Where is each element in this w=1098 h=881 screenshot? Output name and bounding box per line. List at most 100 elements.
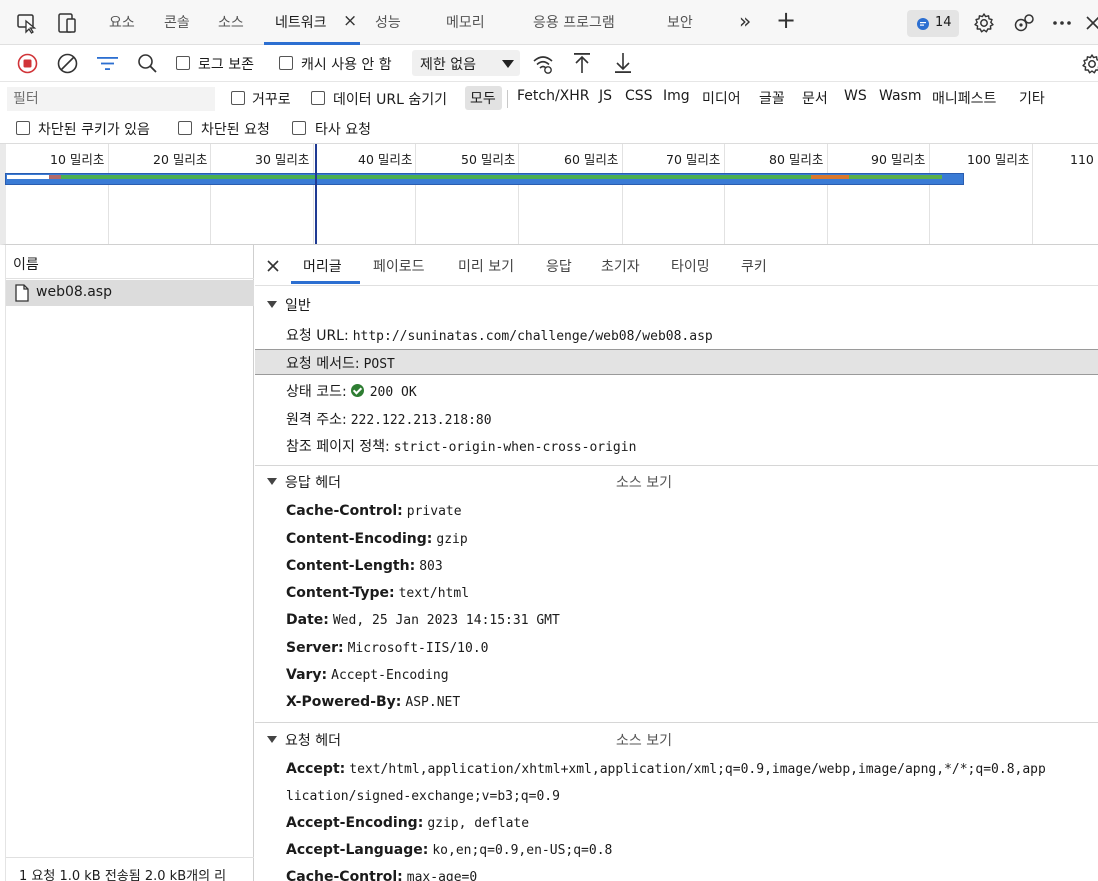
general-section-header[interactable]: 일반 [267,295,311,315]
timeline-gridline [827,144,828,244]
response-header-row: Cache-Control: private [286,503,462,519]
header-value: lication/signed-exchange;v=b3;q=0.9 [286,789,560,804]
issues-badge[interactable]: 14 [907,10,959,37]
divider [255,465,1098,466]
invert-checkbox[interactable] [231,91,245,105]
overview-timeline[interactable]: 10 밀리초 20 밀리초 30 밀리초 40 밀리초 50 밀리초 60 밀리… [0,144,1098,245]
tab-cookies[interactable]: 쿠키 [741,256,767,276]
inspect-element-icon[interactable] [16,12,38,34]
throttling-select[interactable]: 제한 없음 [412,50,520,76]
import-har-icon[interactable] [573,52,591,74]
timeline-gridline [1032,144,1033,244]
network-conditions-icon[interactable] [532,54,554,74]
type-filter-manifest[interactable]: 매니페스트 [932,88,996,108]
request-header-row: Accept-Encoding: gzip, deflate [286,815,529,831]
more-tabs-icon[interactable]: » [739,9,751,33]
tab-sources[interactable]: 소스 [218,12,244,32]
gear-icon[interactable] [973,12,995,34]
type-filter-all[interactable]: 모두 [465,86,502,110]
disable-cache-checkbox[interactable] [279,56,293,70]
response-headers-section-header[interactable]: 응답 헤더 [267,472,341,492]
type-filter-all-label: 모두 [470,91,496,107]
header-value: Accept-Encoding [331,668,449,683]
type-filter-fetch-xhr[interactable]: Fetch/XHR [517,88,590,104]
tab-network[interactable]: 네트워크 [275,12,327,32]
type-filter-ws[interactable]: WS [844,88,867,104]
header-name: Content-Encoding: [286,531,433,547]
preserve-log-checkbox[interactable] [176,56,190,70]
filter-input[interactable] [7,87,215,111]
close-tab-icon[interactable]: × [343,11,357,31]
header-value: 803 [419,559,443,574]
header-value: text/html,application/xhtml+xml,applicat… [349,762,1046,777]
collapse-triangle-icon [267,478,277,485]
request-header-continuation: lication/signed-exchange;v=b3;q=0.9 [286,788,560,804]
request-view-source-link[interactable]: 소스 보기 [616,730,672,750]
tab-payload[interactable]: 페이로드 [373,256,425,276]
timeline-tick-label: 10 밀리초 [50,152,105,167]
clear-icon[interactable] [57,53,78,74]
request-headers-section-header[interactable]: 요청 헤더 [267,730,341,750]
tab-preview[interactable]: 미리 보기 [458,256,514,276]
blocked-requests-checkbox[interactable] [178,121,192,135]
header-name: Accept: [286,761,346,777]
customize-icon[interactable] [1013,12,1037,34]
header-value: max-age=0 [406,870,478,881]
timeline-tick-label: 100 밀리초 [967,152,1030,167]
type-filter-media[interactable]: 미디어 [702,88,741,108]
tab-response[interactable]: 응답 [546,256,572,276]
record-button[interactable] [17,53,38,74]
tab-initiator[interactable]: 초기자 [601,256,640,276]
name-column-header[interactable]: 이름 [6,245,254,279]
timeline-tick-label: 20 밀리초 [153,152,208,167]
tab-headers[interactable]: 머리글 [303,256,342,276]
network-settings-gear-icon[interactable] [1081,53,1098,75]
waterfall-segment-queued [7,175,49,179]
header-value: Microsoft-IIS/10.0 [347,641,489,656]
blocked-cookies-checkbox[interactable] [16,121,30,135]
type-filter-wasm[interactable]: Wasm [879,88,921,104]
tab-memory[interactable]: 메모리 [446,12,485,32]
type-filter-other[interactable]: 기타 [1019,88,1045,108]
issues-count: 14 [935,15,952,30]
close-devtools-icon[interactable] [1085,15,1098,31]
request-row[interactable]: web08.asp [6,280,254,306]
more-options-icon[interactable] [1052,20,1072,26]
filter-icon[interactable] [97,56,118,71]
header-name: Content-Length: [286,558,416,574]
waterfall-segment-download [849,175,942,179]
close-icon[interactable] [267,260,279,272]
type-filter-font[interactable]: 글꼴 [759,88,785,108]
header-value: Wed, 25 Jan 2023 14:15:31 GMT [332,613,560,628]
request-method-label: 요청 메서드: [286,356,360,372]
type-filter-img[interactable]: Img [663,88,690,104]
response-view-source-link[interactable]: 소스 보기 [616,472,672,492]
timeline-gridline [929,144,930,244]
status-code-value: 200 OK [369,385,417,400]
tab-performance[interactable]: 성능 [375,12,401,32]
search-icon[interactable] [137,53,158,74]
hide-data-urls-checkbox[interactable] [311,91,325,105]
tab-timing[interactable]: 타이밍 [671,256,710,276]
tab-application[interactable]: 응용 프로그램 [533,12,615,32]
type-filter-doc[interactable]: 문서 [802,88,828,108]
timeline-cursor[interactable] [315,144,317,244]
device-emulation-icon[interactable] [56,12,78,34]
requests-summary: 1 요청 1.0 kB 전송됨 2.0 kB개의 리 [19,869,227,881]
timeline-gridline [313,144,314,244]
tab-security[interactable]: 보안 [667,12,693,32]
type-filter-css[interactable]: CSS [625,88,653,104]
name-column-header-label: 이름 [13,257,39,273]
request-name: web08.asp [36,284,112,300]
header-value: gzip [436,532,468,547]
header-value: gzip, deflate [427,816,530,831]
header-name: Cache-Control: [286,503,403,519]
type-filter-js[interactable]: JS [599,88,612,104]
add-tab-icon[interactable]: + [776,6,796,34]
export-har-icon[interactable] [614,52,632,74]
response-header-row: X-Powered-By: ASP.NET [286,694,460,710]
tab-elements[interactable]: 요소 [109,12,135,32]
third-party-label: 타사 요청 [315,122,371,138]
tab-console[interactable]: 콘솔 [164,12,190,32]
third-party-checkbox[interactable] [292,121,306,135]
